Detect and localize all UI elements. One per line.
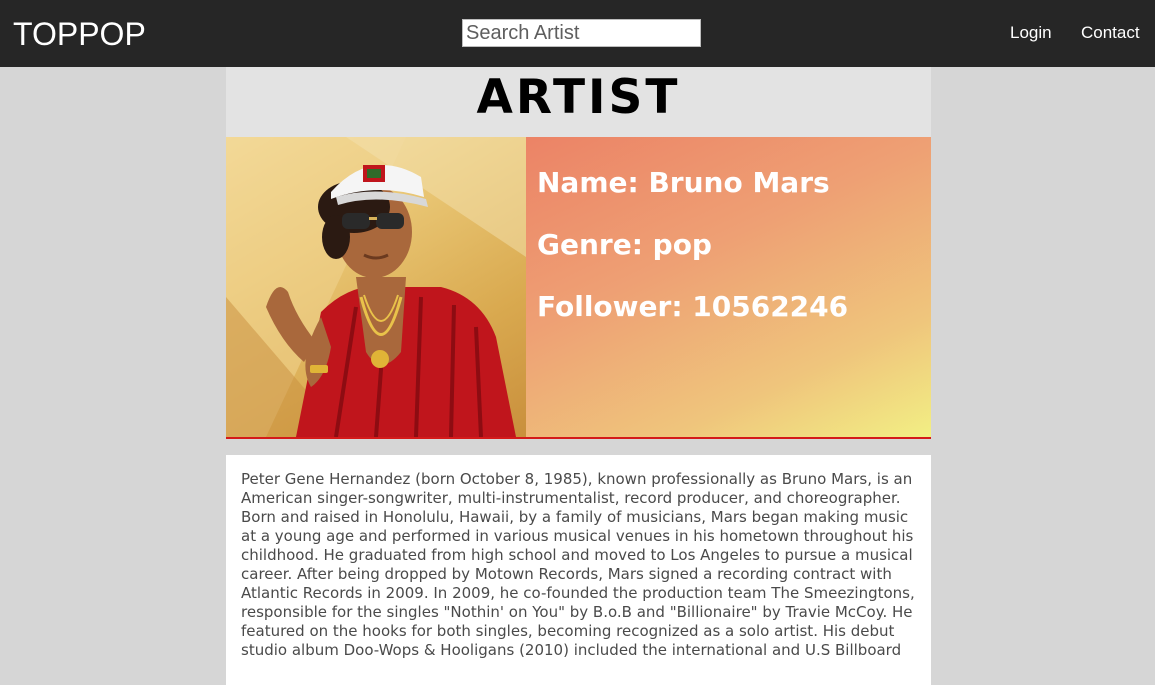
artist-name: Name: Bruno Mars xyxy=(537,166,830,199)
search-input[interactable] xyxy=(462,19,701,47)
artist-genre: Genre: pop xyxy=(537,228,712,261)
brand-logo[interactable]: TOPPOP xyxy=(13,14,146,54)
nav-login-link[interactable]: Login xyxy=(1010,22,1052,44)
page-title: ARTIST xyxy=(476,70,681,125)
top-navbar: TOPPOP Login Contact xyxy=(0,0,1155,67)
page-title-bar: ARTIST xyxy=(226,67,931,137)
artist-bio-panel: Peter Gene Hernandez (born October 8, 19… xyxy=(226,455,931,685)
artist-bio-text: Peter Gene Hernandez (born October 8, 19… xyxy=(241,470,915,659)
artist-photo-illustration xyxy=(226,137,526,437)
artist-followers: Follower: 10562246 xyxy=(537,290,849,323)
artist-info-panel: Name: Bruno Mars Genre: pop Follower: 10… xyxy=(526,137,931,437)
artist-hero: Name: Bruno Mars Genre: pop Follower: 10… xyxy=(226,137,931,439)
nav-contact-link[interactable]: Contact xyxy=(1081,22,1140,44)
artist-photo xyxy=(226,137,526,437)
